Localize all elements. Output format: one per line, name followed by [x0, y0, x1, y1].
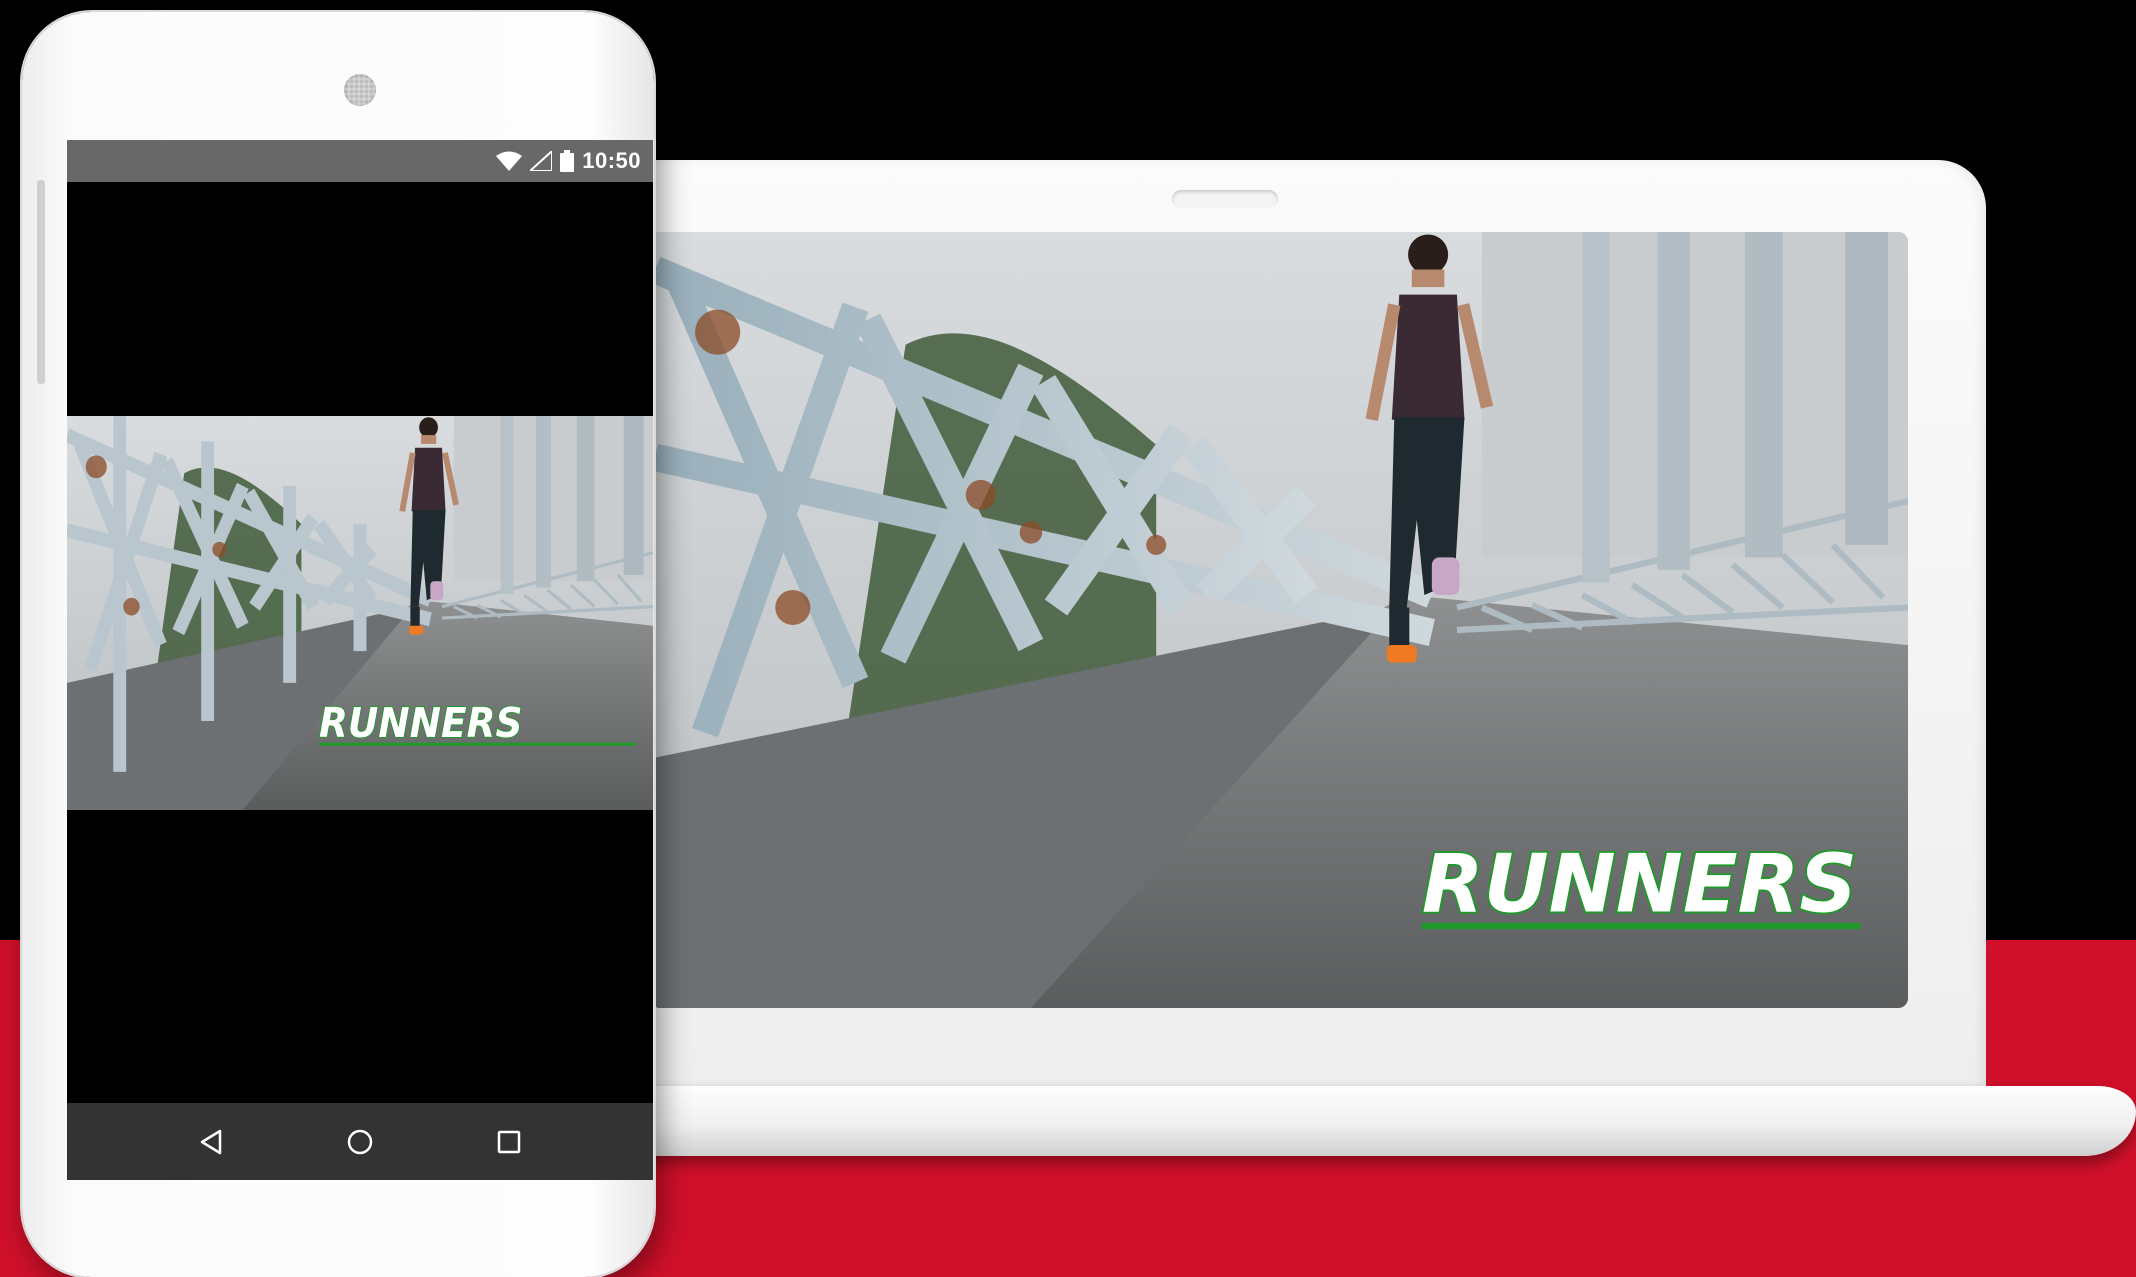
- runners-logo-text: RUNNERS: [1422, 838, 1857, 931]
- phone-body: 10:50 RUNNERS: [22, 12, 654, 1277]
- laptop-video-frame[interactable]: RUNNERS: [655, 232, 1908, 1008]
- phone-screen[interactable]: 10:50 RUNNERS: [67, 140, 653, 1180]
- recents-button[interactable]: [484, 1117, 534, 1167]
- phone-speaker: [344, 74, 376, 106]
- status-time: 10:50: [582, 148, 641, 173]
- recents-icon: [497, 1130, 520, 1153]
- laptop-camera: [1172, 190, 1278, 208]
- home-icon: [347, 1129, 373, 1154]
- back-button[interactable]: [186, 1117, 236, 1167]
- laptop-base: [560, 1086, 2136, 1156]
- phone-side-button[interactable]: [37, 180, 45, 384]
- navigation-bar: [67, 1103, 653, 1180]
- status-bar: 10:50: [67, 140, 653, 182]
- phone-video-scene[interactable]: RUNNERS: [67, 416, 653, 810]
- laptop-screen[interactable]: RUNNERS: [655, 232, 1908, 1008]
- signal-icon: [530, 151, 553, 171]
- runners-logo: RUNNERS: [1420, 836, 1861, 932]
- runners-logo-text: RUNNERS: [319, 701, 523, 748]
- battery-icon: [560, 150, 575, 172]
- back-icon: [201, 1129, 222, 1154]
- wifi-icon: [496, 151, 523, 171]
- home-button[interactable]: [335, 1117, 385, 1167]
- showcase-stage: RUNNERS 10:50 RUNNERS: [0, 0, 2136, 1277]
- phone-video-frame[interactable]: RUNNERS: [67, 416, 653, 810]
